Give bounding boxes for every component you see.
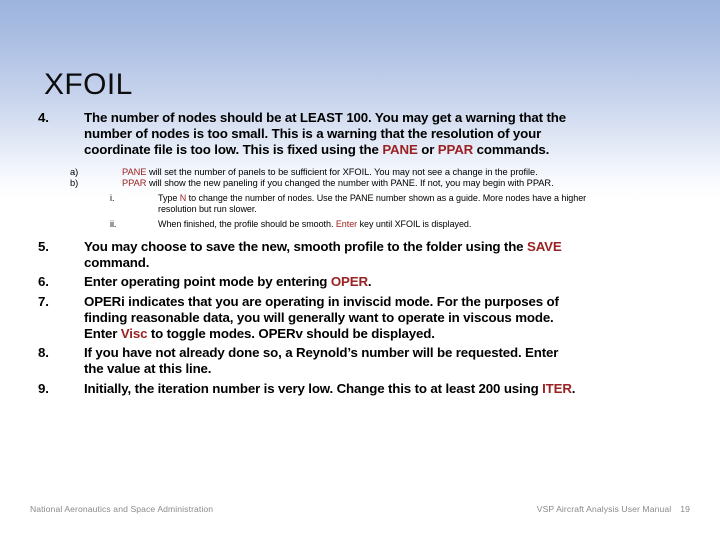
list-text-8: If you have not already done so, a Reyno… xyxy=(84,345,580,377)
list-marker-9: 9. xyxy=(38,380,49,396)
text-segment: key until XFOIL is displayed. xyxy=(357,218,472,229)
list-marker-4a: a) xyxy=(70,166,79,177)
list-marker-4b: b) xyxy=(70,178,79,189)
text-segment: When finished, the profile should be smo… xyxy=(158,218,336,229)
text-segment: Type xyxy=(158,192,180,203)
keyword-ppar: PPAR xyxy=(437,142,474,158)
page-title: XFOIL xyxy=(44,68,133,101)
list-item-4: 4. The number of nodes should be at LEAS… xyxy=(0,110,720,159)
footer-organization: National Aeronautics and Space Administr… xyxy=(30,504,214,514)
list-text-4a: PANE will set the number of panels to be… xyxy=(122,167,580,179)
list-item-4b: b) PPAR will show the new paneling if yo… xyxy=(0,178,720,190)
footer-document-title: VSP Aircraft Analysis User Manual xyxy=(536,504,672,514)
list-marker-7: 7. xyxy=(38,293,49,309)
text-segment: If you have not already done so, a Reyno… xyxy=(84,345,559,377)
list-marker-4b-i: i. xyxy=(110,192,115,203)
list-text-6: Enter operating point mode by entering O… xyxy=(84,274,580,290)
list-item-4b-i: i. Type N to change the number of nodes.… xyxy=(0,193,720,216)
text-segment: Enter operating point mode by entering xyxy=(84,274,331,290)
list-text-7: OPERi indicates that you are operating i… xyxy=(84,294,580,343)
keyword-pane: PANE xyxy=(122,166,147,177)
text-segment: Initially, the iteration number is very … xyxy=(84,380,543,396)
list-text-4: The number of nodes should be at LEAST 1… xyxy=(84,110,580,159)
text-segment: You may choose to save the new, smooth p… xyxy=(84,239,527,255)
text-segment: command. xyxy=(84,255,150,271)
text-segment: commands. xyxy=(473,142,550,158)
slide-canvas: XFOIL 4. The number of nodes should be a… xyxy=(0,0,720,540)
keyword-oper: OPER xyxy=(330,274,368,290)
list-item-8: 8. If you have not already done so, a Re… xyxy=(0,345,720,377)
list-item-9: 9. Initially, the iteration number is ve… xyxy=(0,381,720,397)
list-text-5: You may choose to save the new, smooth p… xyxy=(84,239,580,271)
keyword-save: SAVE xyxy=(526,239,562,255)
list-item-4b-ii: ii. When finished, the profile should be… xyxy=(0,219,720,230)
text-segment: to toggle modes. OPERv should be display… xyxy=(147,326,435,342)
keyword-visc: Visc xyxy=(120,326,148,342)
keyword-enter: Enter xyxy=(335,218,358,229)
text-segment: will show the new paneling if you change… xyxy=(146,178,554,189)
text-segment: to change the number of nodes. Use the P… xyxy=(158,192,587,215)
list-marker-8: 8. xyxy=(38,345,49,361)
text-segment: . xyxy=(367,274,372,290)
footer-page-number: 19 xyxy=(680,504,690,514)
text-segment: will set the number of panels to be suff… xyxy=(146,166,538,177)
list-marker-4b-ii: ii. xyxy=(110,218,117,229)
footer-right: VSP Aircraft Analysis User Manual 19 xyxy=(537,504,690,514)
list-item-4a: a) PANE will set the number of panels to… xyxy=(0,167,720,179)
list-text-4b-i: Type N to change the number of nodes. Us… xyxy=(158,193,600,216)
list-marker-5: 5. xyxy=(38,239,49,255)
list-text-4b-ii: When finished, the profile should be smo… xyxy=(158,219,600,230)
list-item-6: 6. Enter operating point mode by enterin… xyxy=(0,274,720,290)
slide-body-content: 4. The number of nodes should be at LEAS… xyxy=(0,110,720,397)
list-item-7: 7. OPERi indicates that you are operatin… xyxy=(0,294,720,343)
list-marker-6: 6. xyxy=(38,274,49,290)
keyword-iter: ITER xyxy=(542,380,572,396)
keyword-ppar: PPAR xyxy=(122,178,147,189)
list-marker-4: 4. xyxy=(38,110,49,125)
list-text-9: Initially, the iteration number is very … xyxy=(84,381,580,397)
list-item-5: 5. You may choose to save the new, smoot… xyxy=(0,239,720,271)
list-text-4b: PPAR will show the new paneling if you c… xyxy=(122,178,580,190)
text-segment: or xyxy=(417,142,438,158)
text-segment: . xyxy=(571,380,576,396)
keyword-pane: PANE xyxy=(382,142,418,158)
